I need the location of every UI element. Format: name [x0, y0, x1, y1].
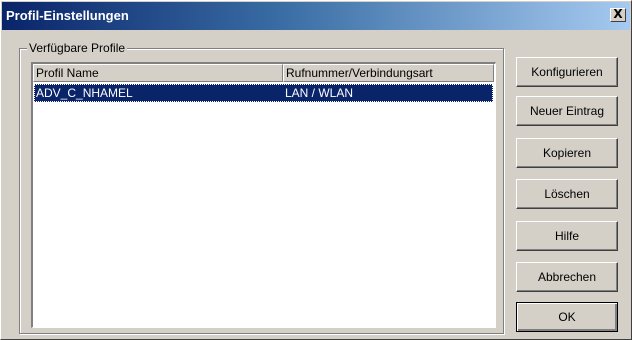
- connection-type-cell: LAN / WLAN: [285, 86, 354, 100]
- close-button[interactable]: X: [610, 8, 626, 22]
- delete-button[interactable]: Löschen: [516, 179, 618, 209]
- cancel-button[interactable]: Abbrechen: [516, 262, 618, 292]
- list-item[interactable]: ADV_C_NHAMEL LAN / WLAN: [34, 84, 493, 102]
- close-icon: X: [613, 7, 623, 21]
- profile-settings-dialog: Profil-Einstellungen X Verfügbare Profil…: [0, 0, 632, 340]
- column-header-profile-name[interactable]: Profil Name: [33, 64, 283, 82]
- group-label: Verfügbare Profile: [27, 41, 128, 55]
- configure-button[interactable]: Konfigurieren: [516, 57, 618, 87]
- profile-name-cell: ADV_C_NHAMEL: [36, 86, 133, 100]
- ok-button[interactable]: OK: [516, 302, 618, 332]
- new-entry-button[interactable]: Neuer Eintrag: [516, 96, 618, 126]
- column-header-connection[interactable]: Rufnummer/Verbindungsart: [283, 64, 494, 82]
- window-title: Profil-Einstellungen: [6, 8, 129, 23]
- copy-button[interactable]: Kopieren: [516, 138, 618, 168]
- title-bar[interactable]: Profil-Einstellungen X: [2, 2, 630, 30]
- help-button[interactable]: Hilfe: [516, 221, 618, 251]
- profile-list[interactable]: Profil Name Rufnummer/Verbindungsart ADV…: [31, 62, 496, 328]
